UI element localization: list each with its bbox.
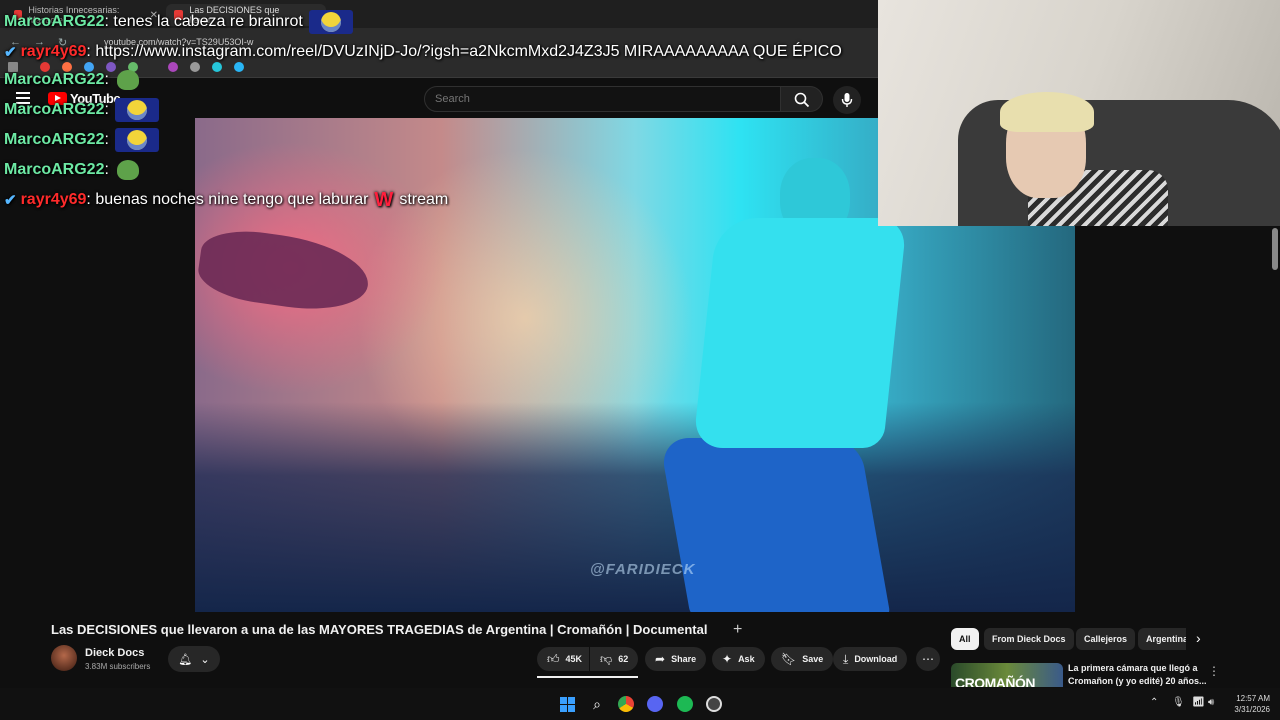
- chat-username: MarcoARG22: [4, 71, 105, 88]
- thumbs-down-icon: 👎︎: [600, 651, 613, 666]
- like-ratio-bar: [537, 676, 638, 678]
- bookmark-icon: 🔖︎: [781, 652, 797, 666]
- chat-message: MarcoARG22:: [4, 126, 159, 154]
- clock-date: 3/31/2026: [1234, 705, 1270, 714]
- search-button[interactable]: [781, 86, 823, 112]
- microphone-icon: [841, 93, 853, 107]
- chat-text: tenes la cabeza re brainrot: [113, 13, 303, 30]
- chevron-down-icon: ⌄: [200, 653, 210, 666]
- voice-search-button[interactable]: [833, 86, 861, 114]
- save-label: Save: [802, 654, 824, 664]
- chat-username: rayr4y69: [20, 191, 87, 208]
- page-scrollbar[interactable]: [1270, 226, 1280, 686]
- channel-avatar[interactable]: [51, 645, 77, 671]
- download-button[interactable]: ⤓ Download: [833, 647, 908, 671]
- share-button[interactable]: ➦ Share: [645, 647, 707, 671]
- chat-username: MarcoARG22: [4, 13, 105, 30]
- download-label: Download: [854, 654, 898, 664]
- chat-username: MarcoARG22: [4, 131, 105, 148]
- search-input[interactable]: [425, 87, 780, 111]
- channel-name[interactable]: Dieck Docs: [85, 647, 144, 659]
- dislike-button[interactable]: 👎︎ 62: [590, 647, 638, 671]
- verified-badge-icon: ✔: [4, 192, 17, 209]
- minion-emote-icon: [114, 128, 159, 152]
- video-performer: [615, 158, 915, 612]
- ask-label: Ask: [738, 654, 755, 664]
- microphone-icon[interactable]: 🎙︎: [1172, 697, 1185, 708]
- chat-username: MarcoARG22: [4, 101, 105, 118]
- chat-message: MarcoARG22:: [4, 66, 141, 94]
- sparkle-icon: ✦: [722, 652, 733, 666]
- search-icon[interactable]: ⌕: [589, 696, 605, 712]
- obs-icon[interactable]: [706, 696, 722, 712]
- like-count: 45K: [565, 654, 583, 664]
- thumbs-up-icon: 👍︎: [547, 651, 560, 666]
- download-icon: ⤓: [843, 651, 849, 666]
- recommendation-thumbnail[interactable]: CROMAÑÓN: [951, 663, 1063, 687]
- clock-time: 12:57 AM: [1236, 694, 1270, 703]
- webcam-overlay: [878, 0, 1280, 226]
- minion-emote-icon: [308, 10, 353, 34]
- wifi-icon[interactable]: 📶︎: [1192, 697, 1205, 708]
- search-box[interactable]: [424, 86, 781, 112]
- more-vertical-icon[interactable]: ⋮: [1208, 664, 1220, 678]
- share-icon: ➦: [655, 652, 666, 666]
- scrollbar-thumb[interactable]: [1272, 228, 1278, 270]
- chat-username: rayr4y69: [20, 43, 87, 60]
- pepe-emote-icon: [115, 68, 141, 92]
- pepe-emote-icon: [115, 158, 141, 182]
- notifications-button[interactable]: 🔔︎ ⌄: [168, 646, 220, 672]
- chevron-up-icon[interactable]: ⌃: [1150, 697, 1158, 708]
- chat-message: MarcoARG22:: [4, 156, 141, 184]
- windows-taskbar: ⌕ ⌃ 🎙︎ 📶︎ 🔊︎: [0, 688, 1280, 720]
- chat-message: MarcoARG22: tenes la cabeza re brainrot: [4, 8, 353, 36]
- save-button[interactable]: 🔖︎ Save: [771, 647, 834, 671]
- thumbnail-text: CROMAÑÓN: [955, 675, 1036, 687]
- recommendation-chips: All From Dieck Docs Callejeros Argentina: [951, 628, 1186, 650]
- volume-icon[interactable]: 🔊︎: [1208, 697, 1214, 708]
- subscriber-count: 3.83M subscribers: [85, 662, 151, 671]
- spotify-icon[interactable]: [677, 696, 693, 712]
- more-actions-button[interactable]: ⋯: [916, 647, 940, 671]
- search-icon: [794, 92, 810, 108]
- recommendation-title[interactable]: La primera cámara que llegó a Cromañon (…: [1068, 662, 1208, 688]
- minion-emote-icon: [114, 98, 159, 122]
- chat-username: MarcoARG22: [4, 161, 105, 178]
- ask-button[interactable]: ✦ Ask: [712, 647, 765, 671]
- w-emote-icon: W: [374, 188, 394, 211]
- like-button[interactable]: 👍︎ 45K: [537, 647, 589, 671]
- chat-text: buenas noches nine tengo que laburar: [95, 191, 369, 208]
- dislike-count: 62: [618, 654, 629, 664]
- chat-message: MarcoARG22:: [4, 96, 159, 124]
- share-label: Share: [671, 654, 697, 664]
- add-icon[interactable]: +: [733, 621, 742, 639]
- start-button[interactable]: [559, 696, 575, 712]
- more-horizontal-icon: ⋯: [922, 652, 934, 666]
- chip-callejeros[interactable]: Callejeros: [1076, 628, 1136, 650]
- chat-text: stream: [399, 191, 449, 208]
- bell-icon: 🔔︎: [178, 653, 193, 666]
- chevron-right-icon[interactable]: ›: [1196, 630, 1201, 646]
- system-clock[interactable]: 12:57 AM 3/31/2026: [1226, 693, 1270, 715]
- chrome-icon[interactable]: [618, 696, 634, 712]
- chat-text: https://www.instagram.com/reel/DVUzINjD-…: [95, 43, 842, 60]
- video-watermark: @FARIDIECK: [590, 561, 696, 578]
- chip-argentina[interactable]: Argentina: [1138, 628, 1186, 650]
- video-title: Las DECISIONES que llevaron a una de las…: [51, 622, 708, 637]
- chat-message: ✔ rayr4y69: buenas noches nine tengo que…: [4, 188, 449, 211]
- chat-message: ✔ rayr4y69: https://www.instagram.com/re…: [4, 43, 842, 61]
- chip-all[interactable]: All: [951, 628, 979, 650]
- windows-logo-icon: [559, 696, 575, 712]
- chip-from-channel[interactable]: From Dieck Docs: [984, 628, 1074, 650]
- discord-icon[interactable]: [647, 696, 663, 712]
- verified-badge-icon: ✔: [4, 44, 17, 61]
